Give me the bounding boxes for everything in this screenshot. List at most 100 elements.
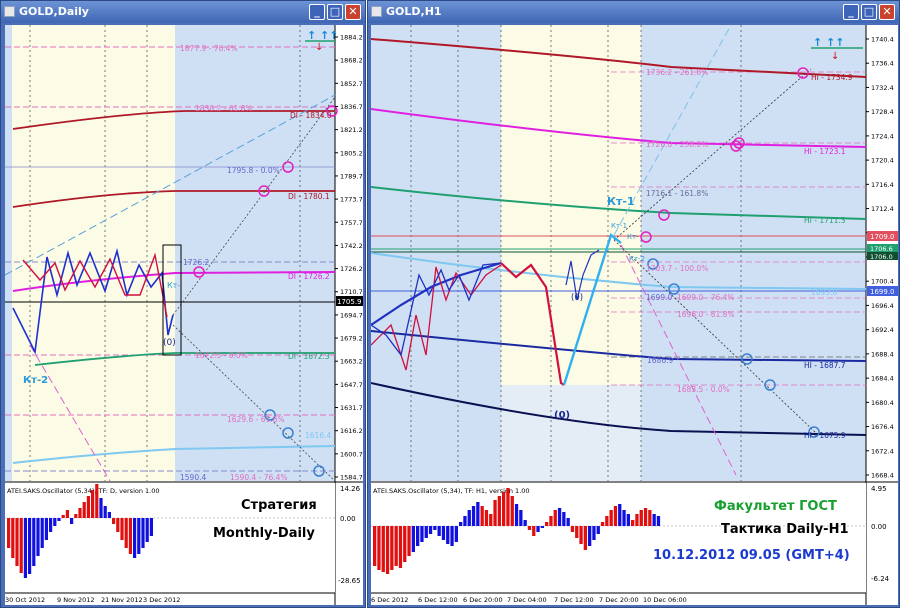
forecast-zone <box>175 25 335 481</box>
level-label: 1683.5 - 0.0% <box>677 385 730 394</box>
oscillator-bar <box>407 526 411 556</box>
level-label: 1629.6 - 61.8% <box>227 415 285 424</box>
oscillator-bar <box>23 518 27 578</box>
oscillator-bar <box>523 520 527 526</box>
oscillator-bar <box>540 526 544 528</box>
level-label: 1590.4 <box>180 473 206 482</box>
date-label: 7 Dec 12:00 <box>554 596 594 604</box>
kt-label: Кт-2 <box>629 255 645 263</box>
oscillator-bar <box>424 526 428 538</box>
strategy-subtitle: Monthly-Daily <box>213 526 315 541</box>
close-button[interactable]: ✕ <box>879 4 895 20</box>
level-label: 1838.2 - 61.8% <box>195 104 253 113</box>
oscillator-bar <box>441 526 446 540</box>
oscillator-bar <box>562 512 566 526</box>
strategy-title: Стратегия <box>241 498 317 513</box>
price-tick-label: 1672.4 <box>871 447 894 455</box>
price-tick-label: 1712.4 <box>871 205 894 213</box>
tactic-title: Тактика Daily-H1 <box>721 522 849 537</box>
oscillator-bar <box>420 526 424 542</box>
oscillator-bar <box>381 526 385 572</box>
right-chart-area[interactable]: 1736.2 - 261.8% HI - 1734.9 1726.0 - 238… <box>371 25 898 605</box>
oscillator-bar <box>618 504 622 526</box>
oscillator-bar <box>609 510 613 526</box>
price-tick-label: 1688.4 <box>871 350 894 358</box>
oscillator-bar <box>437 526 441 536</box>
oscillator-bar <box>596 526 600 534</box>
oscillator-bar <box>416 526 420 546</box>
oscillator-bar <box>394 526 398 566</box>
oscillator-bar <box>11 518 15 558</box>
oscillator-bar <box>78 508 82 518</box>
price-tick-label: 1716.4 <box>871 181 894 189</box>
oscillator-bar <box>32 518 36 566</box>
left-chart-window[interactable]: GOLD,Daily _ □ ✕ 1877.9 - 76.4% 1838.2 -… <box>0 0 366 608</box>
price-tick-label: 1680.4 <box>871 399 894 407</box>
price-tick-label: 1600.7 <box>340 450 363 458</box>
oscillator-bar <box>502 492 506 526</box>
price-tick-label: 1868.2 <box>340 57 363 65</box>
oscillator-bar <box>385 526 390 574</box>
price-tick-label: 1647.7 <box>340 381 363 389</box>
oscillator-bar <box>532 526 536 536</box>
left-title-bar[interactable]: GOLD,Daily _ □ ✕ <box>1 1 365 23</box>
right-title-bar[interactable]: GOLD,H1 _ □ ✕ <box>368 1 899 23</box>
oscillator-bar <box>514 504 519 526</box>
oscillator-bar <box>643 508 648 526</box>
oscillator-bar <box>99 498 103 518</box>
right-chart-window[interactable]: GOLD,H1 _ □ ✕ 1736.2 - 261.8% HI - 1734.… <box>367 0 900 608</box>
oscillator-bar <box>566 518 570 526</box>
left-chart-area[interactable]: 1877.9 - 76.4% 1838.2 - 61.8% DI - 1834.… <box>5 25 363 605</box>
oscillator-bar <box>103 506 107 518</box>
faculty-title: Факультет ГОСТ <box>714 499 837 514</box>
oscillator-bar <box>506 488 510 526</box>
oscillator-bar <box>549 516 553 526</box>
left-chart-svg: 1877.9 - 76.4% 1838.2 - 61.8% DI - 1834.… <box>5 25 363 605</box>
price-tick-label: 1884.2 <box>340 34 363 42</box>
price-flag-red-label: 1709.0 <box>870 233 895 241</box>
price-tick-label: 1631.7 <box>340 404 363 412</box>
oscillator-bar <box>112 518 116 524</box>
oscillator-bar <box>433 526 437 530</box>
level-label: 1699.0 - 76.4% <box>677 293 735 302</box>
price-tick-label: 1692.4 <box>871 326 894 334</box>
close-button[interactable]: ✕ <box>345 4 361 20</box>
minimize-button[interactable]: _ <box>309 4 325 20</box>
date-label: 30 Oct 2012 <box>5 596 45 604</box>
oscillator-bar <box>91 490 95 518</box>
price-tick-label: 1726.2 <box>340 265 363 273</box>
oscillator-bar <box>557 508 562 526</box>
oscillator-bar <box>120 518 124 540</box>
oscillator-bar <box>61 515 65 518</box>
oscillator-bar <box>411 526 415 552</box>
oscillator-bar <box>74 514 78 518</box>
oscillator-bar <box>36 518 40 556</box>
level-label: 1877.9 - 76.4% <box>180 44 238 53</box>
oscillator-bar <box>82 502 86 518</box>
oscillator-bar <box>149 518 153 536</box>
oscillator-bar <box>15 518 19 566</box>
osc-min-label: -28.65 <box>338 577 361 585</box>
chart-window-icon <box>371 6 382 17</box>
oscillator-bar <box>403 526 407 562</box>
price-tick-label: 1740.4 <box>871 36 894 44</box>
price-tick-label: 1732.4 <box>871 84 894 92</box>
maximize-button[interactable]: □ <box>327 4 343 20</box>
oscillator-bar <box>519 510 523 526</box>
maximize-button[interactable]: □ <box>861 4 877 20</box>
down-arrow-icon: ↓ <box>831 51 839 62</box>
price-tick-label: 1696.4 <box>871 302 894 310</box>
date-label: 6 Dec 20:00 <box>463 596 503 604</box>
level-label: DI - 1726.2 <box>288 272 330 281</box>
date-label: 9 Nov 2012 <box>57 596 95 604</box>
level-label: HI - 1711.3 <box>804 216 846 225</box>
price-tick-label: 1694.7 <box>340 311 363 319</box>
oscillator-bar <box>44 518 48 540</box>
level-label: 1726.2 <box>183 258 209 267</box>
oscillator-bar <box>489 514 493 526</box>
oscillator-bar <box>65 510 69 518</box>
level-label: 1795.8 - 0.0% <box>227 166 280 175</box>
right-chart-svg: 1736.2 - 261.8% HI - 1734.9 1726.0 - 238… <box>371 25 898 605</box>
minimize-button[interactable]: _ <box>843 4 859 20</box>
oscillator-bar <box>471 506 476 526</box>
